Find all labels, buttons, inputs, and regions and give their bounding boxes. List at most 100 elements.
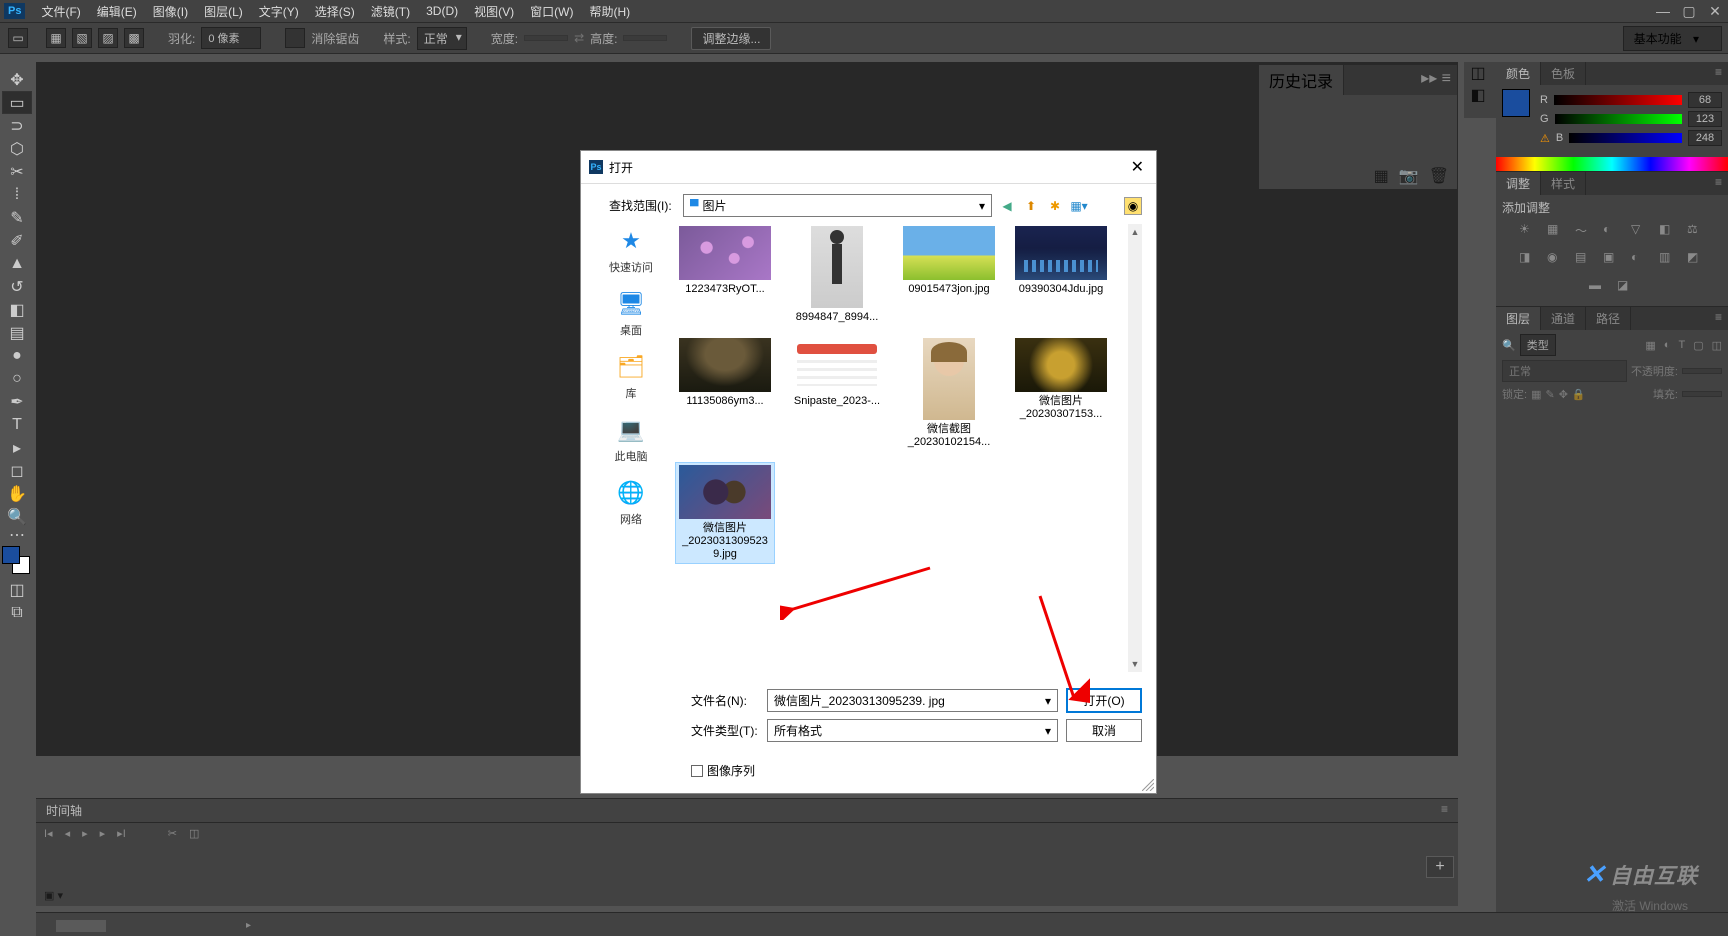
file-scrollbar[interactable]: ▲ ▼ [1128, 224, 1142, 672]
adj-selective-icon[interactable]: ◪ [1617, 278, 1635, 296]
filename-combo[interactable]: 微信图片_20230313095239. jpg▾ [767, 689, 1058, 712]
adj-curves-icon[interactable]: 〜 [1575, 222, 1593, 240]
color-fg-swatch[interactable] [1502, 89, 1530, 117]
tl-cut-icon[interactable]: ✂ [168, 827, 177, 840]
lock-all-icon[interactable]: 🔒 [1572, 388, 1586, 401]
refine-edge-button[interactable]: 调整边缘... [691, 27, 771, 50]
timeline-tab-label[interactable]: 时间轴 [46, 802, 82, 819]
adj-levels-icon[interactable]: ▦ [1547, 222, 1565, 240]
lock-pixel-icon[interactable]: ✎ [1545, 388, 1554, 401]
adjust-tab[interactable]: 调整 [1496, 172, 1541, 195]
tl-play-icon[interactable]: ▸ [82, 827, 88, 840]
menu-file[interactable]: 文件(F) [33, 3, 88, 20]
tl-next-icon[interactable]: ▸ [100, 827, 106, 840]
tl-mode-icon[interactable]: ▣ ▾ [44, 889, 63, 902]
resize-grip-icon[interactable] [1142, 779, 1154, 791]
blend-mode-select[interactable]: 正常 [1502, 360, 1627, 382]
filter-adj-icon[interactable]: ◐ [1664, 339, 1671, 352]
menu-3d[interactable]: 3D(D) [418, 4, 466, 18]
filter-type-icon[interactable]: T [1678, 339, 1685, 352]
adj-lookup-icon[interactable]: ▣ [1603, 250, 1621, 268]
blur-tool[interactable]: ● [2, 344, 32, 367]
views-icon[interactable]: ▦▾ [1070, 197, 1088, 215]
layer-filter-kind[interactable]: 类型 [1520, 334, 1556, 356]
adj-mixer-icon[interactable]: ▤ [1575, 250, 1593, 268]
adj-threshold-icon[interactable]: ◩ [1687, 250, 1705, 268]
file-item[interactable]: Snipaste_2023-... [787, 336, 887, 451]
adj-balance-icon[interactable]: ⚖ [1687, 222, 1705, 240]
file-item[interactable]: 微信图片_20230307153... [1011, 336, 1111, 451]
scroll-up-icon[interactable]: ▲ [1128, 224, 1142, 240]
file-list[interactable]: 1223473RyOT...8994847_8994...09015473jon… [675, 224, 1142, 672]
menu-window[interactable]: 窗口(W) [522, 3, 581, 20]
minimize-button[interactable]: — [1650, 0, 1676, 22]
lock-trans-icon[interactable]: ▦ [1531, 388, 1541, 401]
dodge-tool[interactable]: ○ [2, 367, 32, 390]
close-button[interactable]: ✕ [1702, 0, 1728, 22]
lock-pos-icon[interactable]: ✥ [1559, 388, 1568, 401]
adjust-panel-menu-icon[interactable]: ≡ [1709, 172, 1728, 195]
color-panel-menu-icon[interactable]: ≡ [1709, 62, 1728, 85]
layers-panel-menu-icon[interactable]: ≡ [1709, 307, 1728, 330]
style-select[interactable]: 正常 ▾ [417, 27, 467, 50]
channels-tab[interactable]: 通道 [1541, 307, 1586, 330]
sel-mode-sub[interactable]: ▨ [98, 28, 118, 48]
adj-invert-icon[interactable]: ◐ [1631, 250, 1649, 268]
tl-prev-icon[interactable]: ◂ [65, 827, 71, 840]
file-item[interactable]: 微信图片_2023031309523 9.jpg [675, 462, 775, 565]
collapsed-panel-icon-1[interactable]: ◫ [1464, 62, 1492, 84]
collapsed-panel-icon-2[interactable]: ◧ [1464, 84, 1492, 106]
screenmode-tool[interactable]: ⧉ [2, 601, 32, 624]
opacity-field[interactable] [1682, 368, 1722, 374]
file-item[interactable]: 8994847_8994... [787, 224, 887, 326]
adj-vibrance-icon[interactable]: ▽ [1631, 222, 1649, 240]
dialog-close-button[interactable]: ✕ [1127, 157, 1148, 177]
b-slider[interactable] [1569, 133, 1682, 143]
scroll-down-icon[interactable]: ▼ [1128, 656, 1142, 672]
adj-exposure-icon[interactable]: ◐ [1603, 222, 1621, 240]
adj-photo-icon[interactable]: ◉ [1547, 250, 1565, 268]
hand-tool[interactable]: ✋ [2, 482, 32, 505]
side-quickaccess[interactable]: ★ 快速访问 [609, 226, 653, 275]
side-desktop[interactable]: 🖥 桌面 [615, 289, 647, 338]
lasso-tool[interactable]: ⊃ [2, 114, 32, 137]
pen-tool[interactable]: ✒ [2, 390, 32, 413]
swatches-tab[interactable]: 色板 [1541, 62, 1586, 85]
gradient-tool[interactable]: ▤ [2, 321, 32, 344]
marquee-tool[interactable]: ▭ [2, 91, 32, 114]
history-brush-tool[interactable]: ↺ [2, 275, 32, 298]
b-value[interactable]: 248 [1688, 130, 1722, 146]
eraser-tool[interactable]: ◧ [2, 298, 32, 321]
shape-tool[interactable]: ◻ [2, 459, 32, 482]
crop-tool[interactable]: ✂ [2, 160, 32, 183]
menu-select[interactable]: 选择(S) [307, 3, 363, 20]
menu-help[interactable]: 帮助(H) [581, 3, 638, 20]
side-thispc[interactable]: 💻 此电脑 [615, 415, 648, 464]
history-tab[interactable]: 历史记录 [1259, 65, 1344, 95]
menu-layer[interactable]: 图层(L) [196, 3, 251, 20]
sel-mode-int[interactable]: ▩ [124, 28, 144, 48]
menu-filter[interactable]: 滤镜(T) [363, 3, 418, 20]
paths-tab[interactable]: 路径 [1586, 307, 1631, 330]
adj-bw-icon[interactable]: ◨ [1519, 250, 1537, 268]
tl-trans-icon[interactable]: ◫ [189, 827, 199, 840]
layers-tab[interactable]: 图层 [1496, 307, 1541, 330]
color-tab[interactable]: 颜色 [1496, 62, 1541, 85]
back-icon[interactable]: ◀ [998, 197, 1016, 215]
stamp-tool[interactable]: ▲ [2, 252, 32, 275]
menu-image[interactable]: 图像(I) [145, 3, 196, 20]
quickmask-tool[interactable]: ◫ [2, 578, 32, 601]
feather-field[interactable]: 0 像素 [201, 27, 261, 49]
dialog-titlebar[interactable]: Ps 打开 ✕ [581, 151, 1156, 184]
menu-type[interactable]: 文字(Y) [251, 3, 307, 20]
cancel-button[interactable]: 取消 [1066, 719, 1142, 742]
open-button[interactable]: 打开(O) [1066, 688, 1142, 713]
history-trash-icon[interactable]: 🗑 [1429, 166, 1449, 186]
history-collapse-icon[interactable]: ▸▸ ≡ [1415, 65, 1457, 95]
menu-view[interactable]: 视图(V) [466, 3, 522, 20]
antialias-checkbox[interactable] [285, 28, 305, 48]
fg-color-swatch[interactable] [2, 546, 20, 564]
preview-icon[interactable]: ◉ [1124, 197, 1142, 215]
fill-field[interactable] [1682, 391, 1722, 397]
workspace-select[interactable]: 基本功能 ▾ [1623, 26, 1722, 51]
